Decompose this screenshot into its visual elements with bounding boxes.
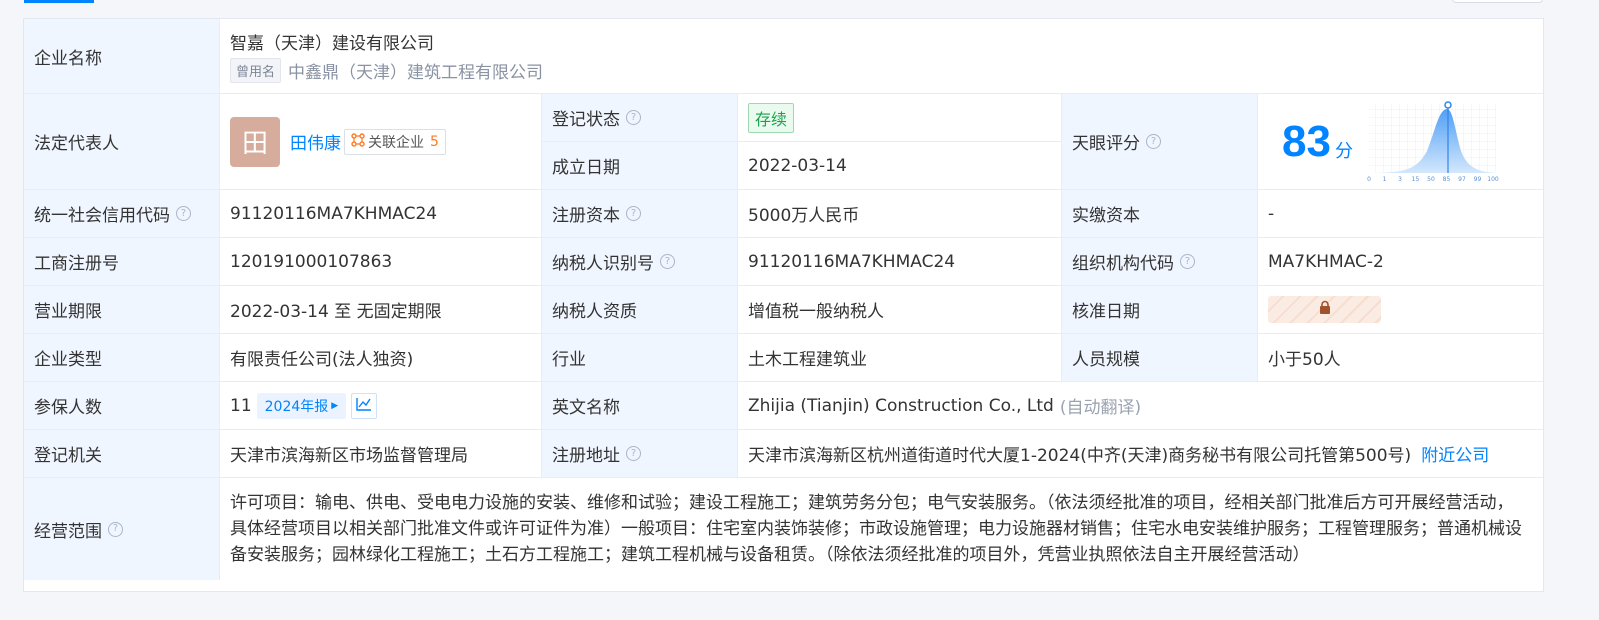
scope-value: 许可项目：输电、供电、受电电力设施的安装、维修和试验；建设工程施工；建筑劳务分包… — [220, 478, 1543, 580]
score-tick-label: 50 — [1427, 176, 1435, 183]
label-company-name: 企业名称 — [24, 19, 220, 94]
company-info-table: 企业名称 智嘉（天津）建设有限公司 曾用名 中鑫鼎（天津）建筑工程有限公司 法定… — [23, 18, 1544, 592]
score-tick-label: 99 — [1474, 176, 1482, 183]
label-approve-date: 核准日期 — [1062, 286, 1258, 334]
nearby-companies-link[interactable]: 附近公司 — [1421, 441, 1489, 466]
label-reg-authority: 登记机关 — [24, 430, 220, 478]
company-name: 智嘉（天津）建设有限公司 — [230, 34, 434, 54]
question-icon[interactable]: ? — [1180, 254, 1195, 269]
score-tick-label: 97 — [1458, 176, 1466, 183]
label-ent-type: 企业类型 — [24, 334, 220, 382]
label-reg-status: 登记状态? — [542, 94, 738, 142]
label-score: 天眼评分? — [1062, 94, 1258, 190]
auto-translate-note: (自动翻译) — [1059, 398, 1142, 418]
label-est-date: 成立日期 — [542, 142, 738, 190]
score-distribution-chart: 0 1 3 15 50 85 97 99 100 — [1367, 100, 1499, 183]
label-credit-code: 统一社会信用代码? — [24, 190, 220, 238]
score-tick-label: 1 — [1383, 176, 1387, 183]
label-org-code: 组织机构代码? — [1062, 238, 1258, 286]
label-staff-size: 人员规模 — [1062, 334, 1258, 382]
taxpayer-id-value[interactable]: 91120116MA7KHMAC24 — [738, 238, 1062, 286]
label-biz-term: 营业期限 — [24, 286, 220, 334]
former-name: 中鑫鼎（天津）建筑工程有限公司 — [288, 63, 544, 83]
reg-capital-value: 5000万人民币 — [738, 190, 1062, 238]
score-tick-label: 100 — [1487, 176, 1499, 183]
lock-icon — [1318, 300, 1332, 320]
biz-reg-no-value[interactable]: 120191000107863 — [220, 238, 542, 286]
former-name-tag: 曾用名 — [230, 58, 282, 83]
score-unit: 分 — [1334, 140, 1353, 162]
label-english-name: 英文名称 — [542, 382, 738, 430]
company-name-cell: 智嘉（天津）建设有限公司 曾用名 中鑫鼎（天津）建筑工程有限公司 — [220, 19, 1543, 94]
biz-term-value: 2022-03-14 至 无固定期限 — [220, 286, 542, 334]
reg-status-cell: 存续 — [738, 94, 1062, 142]
insured-cell: 11 2024年报 ▶ — [220, 382, 542, 430]
est-date-value: 2022-03-14 — [738, 142, 1062, 190]
approve-date-cell — [1258, 286, 1543, 334]
score-tick-label: 0 — [1367, 176, 1371, 183]
chevron-right-icon: ▶ — [331, 400, 339, 411]
legal-rep-name-link[interactable]: 田伟康 — [290, 129, 341, 154]
english-name-cell: Zhijia (Tianjin) Construction Co., Ltd (… — [738, 382, 1543, 430]
industry-value: 土木工程建筑业 — [738, 334, 1062, 382]
credit-code-value[interactable]: 91120116MA7KHMAC24 — [220, 190, 542, 238]
locked-value[interactable] — [1268, 296, 1381, 323]
taxpayer-qual-value: 增值税一般纳税人 — [738, 286, 1062, 334]
top-right-control[interactable] — [1452, 0, 1543, 3]
staff-size-value: 小于50人 — [1258, 334, 1543, 382]
label-biz-reg-no: 工商注册号 — [24, 238, 220, 286]
trend-chart-button[interactable] — [351, 392, 378, 419]
question-icon[interactable]: ? — [626, 110, 641, 125]
avatar[interactable]: 田 — [230, 116, 280, 167]
label-taxpayer-id: 纳税人识别号? — [542, 238, 738, 286]
score-value: 83 — [1282, 116, 1331, 166]
reg-authority-value: 天津市滨海新区市场监督管理局 — [220, 430, 542, 478]
label-paid-capital: 实缴资本 — [1062, 190, 1258, 238]
active-tab-indicator — [24, 0, 94, 3]
score-tick-label: 3 — [1398, 176, 1402, 183]
trend-chart-icon — [356, 396, 372, 416]
legal-rep-cell: 田 田伟康 关联企业 5 — [220, 94, 542, 190]
label-legal-rep: 法定代表人 — [24, 94, 220, 190]
insured-value: 11 — [230, 395, 252, 416]
question-icon[interactable]: ? — [626, 446, 641, 461]
paid-capital-value: - — [1258, 190, 1543, 238]
english-name-value: Zhijia (Tianjin) Construction Co., Ltd — [748, 395, 1054, 416]
label-reg-address: 注册地址? — [542, 430, 738, 478]
label-insured: 参保人数 — [24, 382, 220, 430]
reg-address-value: 天津市滨海新区杭州道街道时代大厦1-2024(中齐(天津)商务秘书有限公司托管第… — [748, 446, 1412, 466]
label-taxpayer-qual: 纳税人资质 — [542, 286, 738, 334]
ent-type-value: 有限责任公司(法人独资) — [220, 334, 542, 382]
annual-report-tag[interactable]: 2024年报 ▶ — [256, 392, 347, 419]
related-company-tag[interactable]: 关联企业 5 — [344, 128, 446, 155]
score-cell[interactable]: 83 分 0 1 3 15 50 85 97 99 100 — [1258, 94, 1543, 190]
status-badge: 存续 — [748, 102, 795, 133]
score-tick-label: 15 — [1412, 176, 1420, 183]
related-company-icon — [351, 132, 365, 151]
reg-address-cell: 天津市滨海新区杭州道街道时代大厦1-2024(中齐(天津)商务秘书有限公司托管第… — [738, 430, 1543, 478]
label-scope: 经营范围? — [24, 478, 220, 580]
score-tick-label: 85 — [1443, 176, 1451, 183]
org-code-value[interactable]: MA7KHMAC-2 — [1258, 238, 1543, 286]
question-icon[interactable]: ? — [1146, 134, 1161, 149]
question-icon[interactable]: ? — [660, 254, 675, 269]
question-icon[interactable]: ? — [108, 521, 123, 537]
question-icon[interactable]: ? — [626, 206, 641, 221]
label-reg-capital: 注册资本? — [542, 190, 738, 238]
label-industry: 行业 — [542, 334, 738, 382]
question-icon[interactable]: ? — [176, 206, 191, 221]
